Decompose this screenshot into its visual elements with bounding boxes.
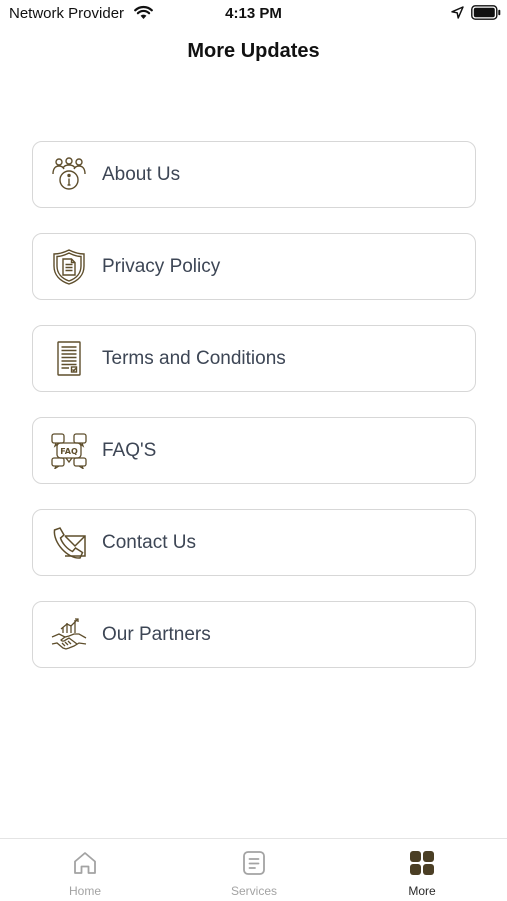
tab-label: Services	[230, 884, 277, 898]
tab-label: More	[408, 884, 436, 898]
menu-item-label: FAQ'S	[102, 440, 157, 461]
contact-us-button[interactable]: Contact Us	[32, 509, 476, 576]
menu-item-label: About Us	[102, 164, 181, 185]
menu-item-label: Contact Us	[102, 532, 196, 553]
services-icon	[243, 851, 265, 875]
menu-item-label: Terms and Conditions	[102, 348, 286, 369]
privacy-policy-button[interactable]: Privacy Policy	[32, 233, 476, 300]
bottom-tab-bar: Home Services More	[0, 838, 507, 901]
menu-list: About Us Privacy Policy Terms and Condit…	[32, 141, 476, 693]
home-icon	[74, 852, 96, 874]
tab-more[interactable]: More	[362, 839, 482, 901]
more-grid-icon	[410, 851, 434, 875]
status-time: 4:13 PM	[225, 5, 282, 22]
location-arrow-icon	[451, 6, 464, 19]
faqs-button[interactable]: FAQ FAQ'S	[32, 417, 476, 484]
terms-document-icon	[57, 341, 81, 376]
privacy-shield-icon	[53, 249, 85, 285]
page-title: More Updates	[187, 40, 320, 62]
about-us-icon	[52, 157, 86, 190]
faq-chat-icon: FAQ	[51, 433, 87, 469]
tab-services[interactable]: Services	[194, 839, 314, 901]
about-us-button[interactable]: About Us	[32, 141, 476, 208]
tab-home[interactable]: Home	[25, 839, 145, 901]
contact-phone-mail-icon	[53, 527, 86, 559]
menu-item-label: Our Partners	[102, 624, 211, 645]
status-bar: Network Provider 4:13 PM	[0, 0, 507, 30]
battery-icon	[471, 5, 501, 20]
terms-and-conditions-button[interactable]: Terms and Conditions	[32, 325, 476, 392]
our-partners-button[interactable]: Our Partners	[32, 601, 476, 668]
svg-text:FAQ: FAQ	[60, 447, 78, 456]
partners-handshake-icon	[51, 618, 87, 650]
tab-label: Home	[68, 884, 101, 898]
menu-item-label: Privacy Policy	[102, 256, 221, 277]
